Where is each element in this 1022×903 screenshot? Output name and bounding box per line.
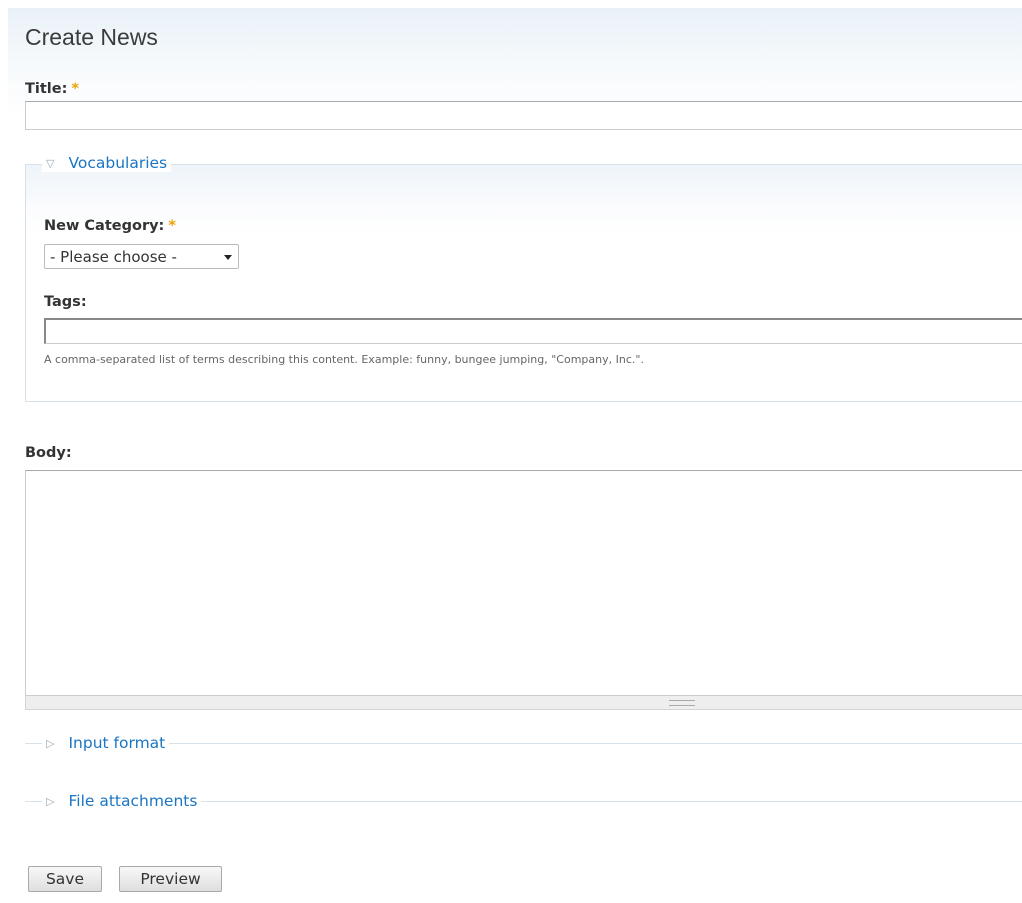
tags-input[interactable] (44, 318, 1022, 344)
vocabularies-legend-text: Vocabularies (68, 154, 168, 172)
body-label: Body: (25, 445, 72, 461)
expanded-triangle-icon: ▽ (46, 156, 55, 170)
tags-description: A comma-separated list of terms describi… (44, 353, 644, 366)
new-category-required-marker: * (168, 218, 176, 234)
new-category-selected-value: - Please choose - (50, 247, 177, 266)
input-format-legend-text: Input format (68, 734, 166, 752)
new-category-select[interactable]: - Please choose - (44, 244, 239, 269)
title-label-text: Title: (25, 81, 68, 97)
title-input[interactable] (25, 101, 1022, 130)
textarea-resize-handle[interactable] (25, 696, 1022, 710)
new-category-label-text: New Category: (44, 218, 165, 234)
file-attachments-legend[interactable]: ▷ File attachments (42, 792, 202, 810)
input-format-divider (25, 743, 1022, 744)
grip-lines-icon (669, 700, 695, 706)
chevron-down-icon (224, 255, 232, 260)
preview-button[interactable]: Preview (119, 866, 222, 892)
vocabularies-legend[interactable]: ▽ Vocabularies (42, 154, 172, 172)
title-label: Title: * (25, 81, 79, 97)
page-background (8, 8, 1022, 903)
save-button[interactable]: Save (28, 866, 102, 892)
collapsed-triangle-icon: ▷ (46, 794, 55, 808)
collapsed-triangle-icon: ▷ (46, 736, 55, 750)
title-required-marker: * (71, 81, 79, 97)
file-attachments-legend-text: File attachments (68, 792, 198, 810)
body-textarea[interactable] (25, 470, 1022, 696)
page-title: Create News (25, 24, 158, 50)
vocabularies-fieldset (25, 164, 1022, 402)
input-format-legend[interactable]: ▷ Input format (42, 734, 170, 752)
tags-label: Tags: (44, 294, 87, 310)
new-category-label: New Category: * (44, 218, 176, 234)
